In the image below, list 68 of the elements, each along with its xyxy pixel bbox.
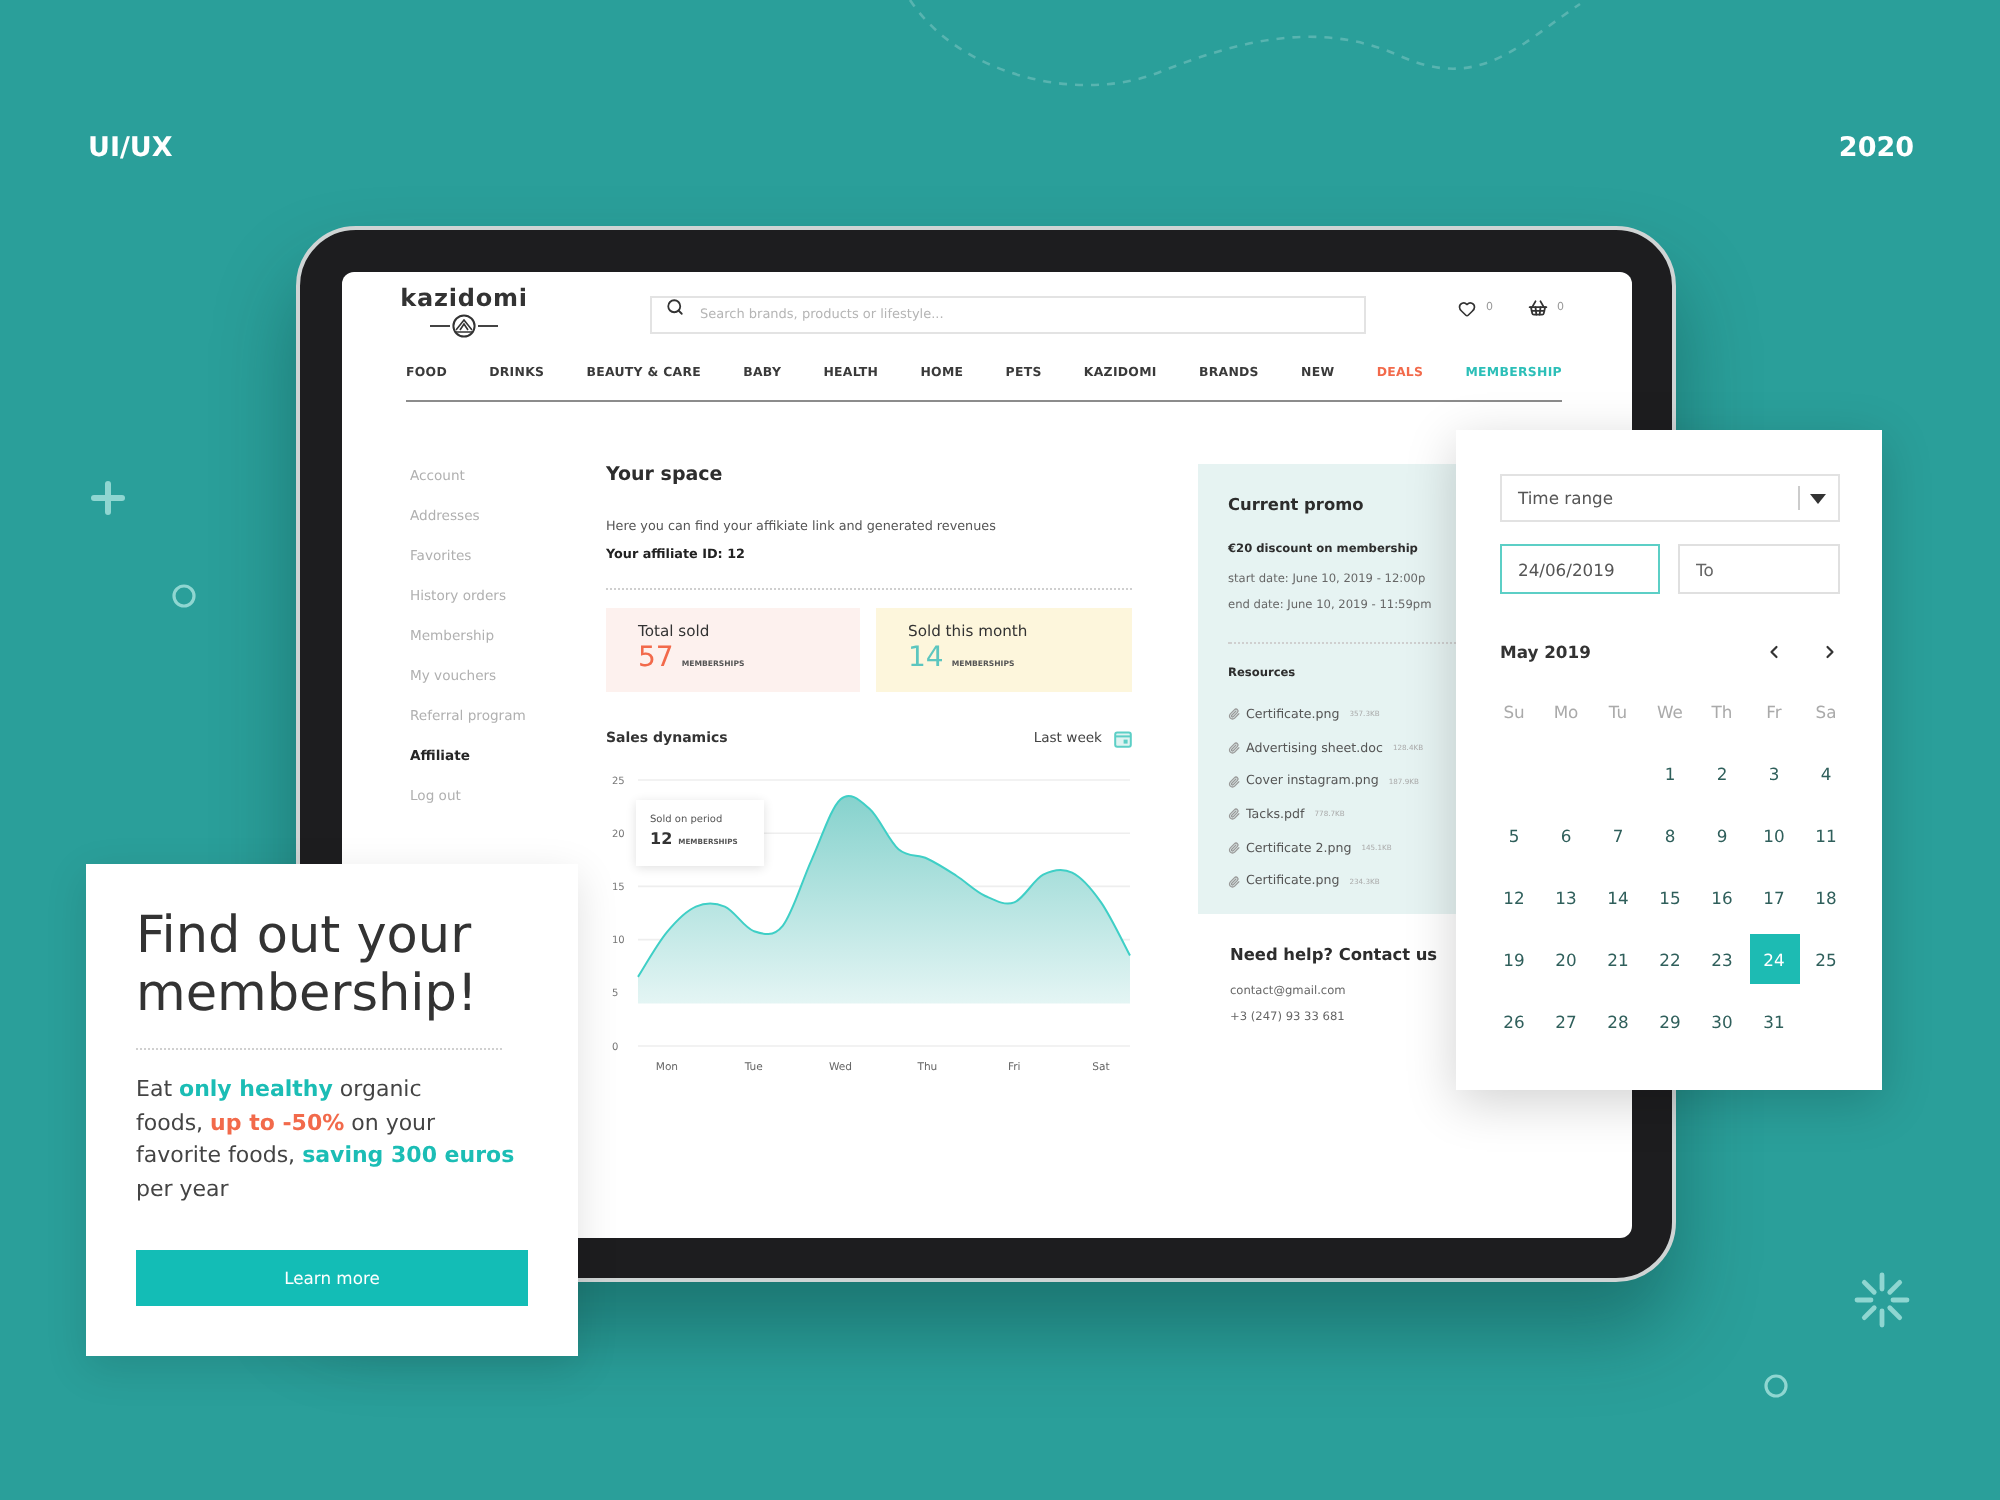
calendar-day[interactable]: 14	[1593, 872, 1643, 922]
weekday-label: Tu	[1606, 700, 1630, 726]
calendar-day[interactable]: 1	[1645, 748, 1695, 798]
paperclip-icon	[1228, 775, 1240, 788]
paperclip-icon	[1228, 842, 1240, 855]
logo-emblem-icon	[426, 314, 502, 338]
calendar-day[interactable]: 10	[1749, 810, 1799, 860]
calendar-day[interactable]: 16	[1697, 872, 1747, 922]
calendar-day[interactable]: 9	[1697, 810, 1747, 860]
end-date-input[interactable]: To	[1678, 544, 1840, 594]
promo-title: Current promo	[1228, 492, 1364, 516]
paperclip-icon	[1228, 708, 1240, 721]
calendar-day[interactable]: 7	[1593, 810, 1643, 860]
calendar-day[interactable]: 23	[1697, 934, 1747, 984]
year-label: 2020	[1838, 130, 1914, 166]
calendar-day[interactable]: 22	[1645, 934, 1695, 984]
section-title: Your space	[606, 462, 723, 490]
plus-icon	[92, 482, 124, 514]
calendar-day[interactable]: 17	[1749, 872, 1799, 922]
calendar-day[interactable]: 12	[1489, 872, 1539, 922]
calendar-day[interactable]: 5	[1489, 810, 1539, 860]
help-title: Need help? Contact us	[1230, 942, 1438, 966]
calendar-day[interactable]: 29	[1645, 996, 1695, 1046]
calendar-day[interactable]: 25	[1801, 934, 1851, 984]
calendar-day[interactable]: 27	[1541, 996, 1591, 1046]
heart-icon[interactable]	[1458, 299, 1476, 317]
weekday-label: Fr	[1764, 700, 1784, 726]
card-headline: Find out your membership!	[136, 908, 480, 1024]
category-label: UI/UX	[88, 130, 173, 166]
calendar-icon	[1114, 729, 1132, 747]
weekday-label: Sa	[1813, 700, 1839, 726]
weekday-label: Mo	[1551, 700, 1581, 726]
card-description: Eat only healthy organic foods, up to -50% on your favorite foods, saving 300 euros per year	[136, 1074, 515, 1205]
stat-number: 57	[638, 642, 674, 676]
calendar-day[interactable]: 18	[1801, 872, 1851, 922]
search-icon	[666, 298, 684, 316]
calendar-day[interactable]: 11	[1801, 810, 1851, 860]
calendar-day[interactable]: 3	[1749, 748, 1799, 798]
calendar-day[interactable]: 8	[1645, 810, 1695, 860]
paperclip-icon	[1228, 742, 1240, 755]
calendar-day[interactable]: 28	[1593, 996, 1643, 1046]
calendar-day[interactable]: 21	[1593, 934, 1643, 984]
calendar-day[interactable]: 26	[1489, 996, 1539, 1046]
paperclip-icon	[1228, 808, 1240, 821]
basket-icon[interactable]	[1527, 298, 1547, 318]
ring-icon	[172, 584, 196, 608]
calendar-day[interactable]: 13	[1541, 872, 1591, 922]
calendar-day[interactable]: 2	[1697, 748, 1747, 798]
caret-down-icon	[1810, 493, 1826, 503]
tooltip-value: 12	[650, 828, 673, 850]
calendar-day[interactable]: 6	[1541, 810, 1591, 860]
weekday-label: We	[1655, 700, 1685, 726]
stat-number: 14	[908, 642, 944, 676]
paperclip-icon	[1228, 875, 1240, 888]
sparkle-icon	[1854, 1272, 1910, 1328]
calendar-day[interactable]: 20	[1541, 934, 1591, 984]
weekday-label: Su	[1501, 700, 1527, 726]
calendar-day[interactable]: 19	[1489, 934, 1539, 984]
calendar-day[interactable]: 30	[1697, 996, 1747, 1046]
weekday-label: Th	[1709, 700, 1735, 726]
ring-icon	[1764, 1374, 1788, 1398]
calendar-day[interactable]: 15	[1645, 872, 1695, 922]
logo-wordmark[interactable]: kazidomi	[400, 286, 528, 312]
calendar-day[interactable]: 31	[1749, 996, 1799, 1046]
start-date-input[interactable]: 24/06/2019	[1500, 544, 1660, 594]
month-label: May 2019	[1500, 642, 1591, 662]
calendar-day[interactable]: 4	[1801, 748, 1851, 798]
time-range-dropdown[interactable]: Time range	[1500, 474, 1840, 522]
